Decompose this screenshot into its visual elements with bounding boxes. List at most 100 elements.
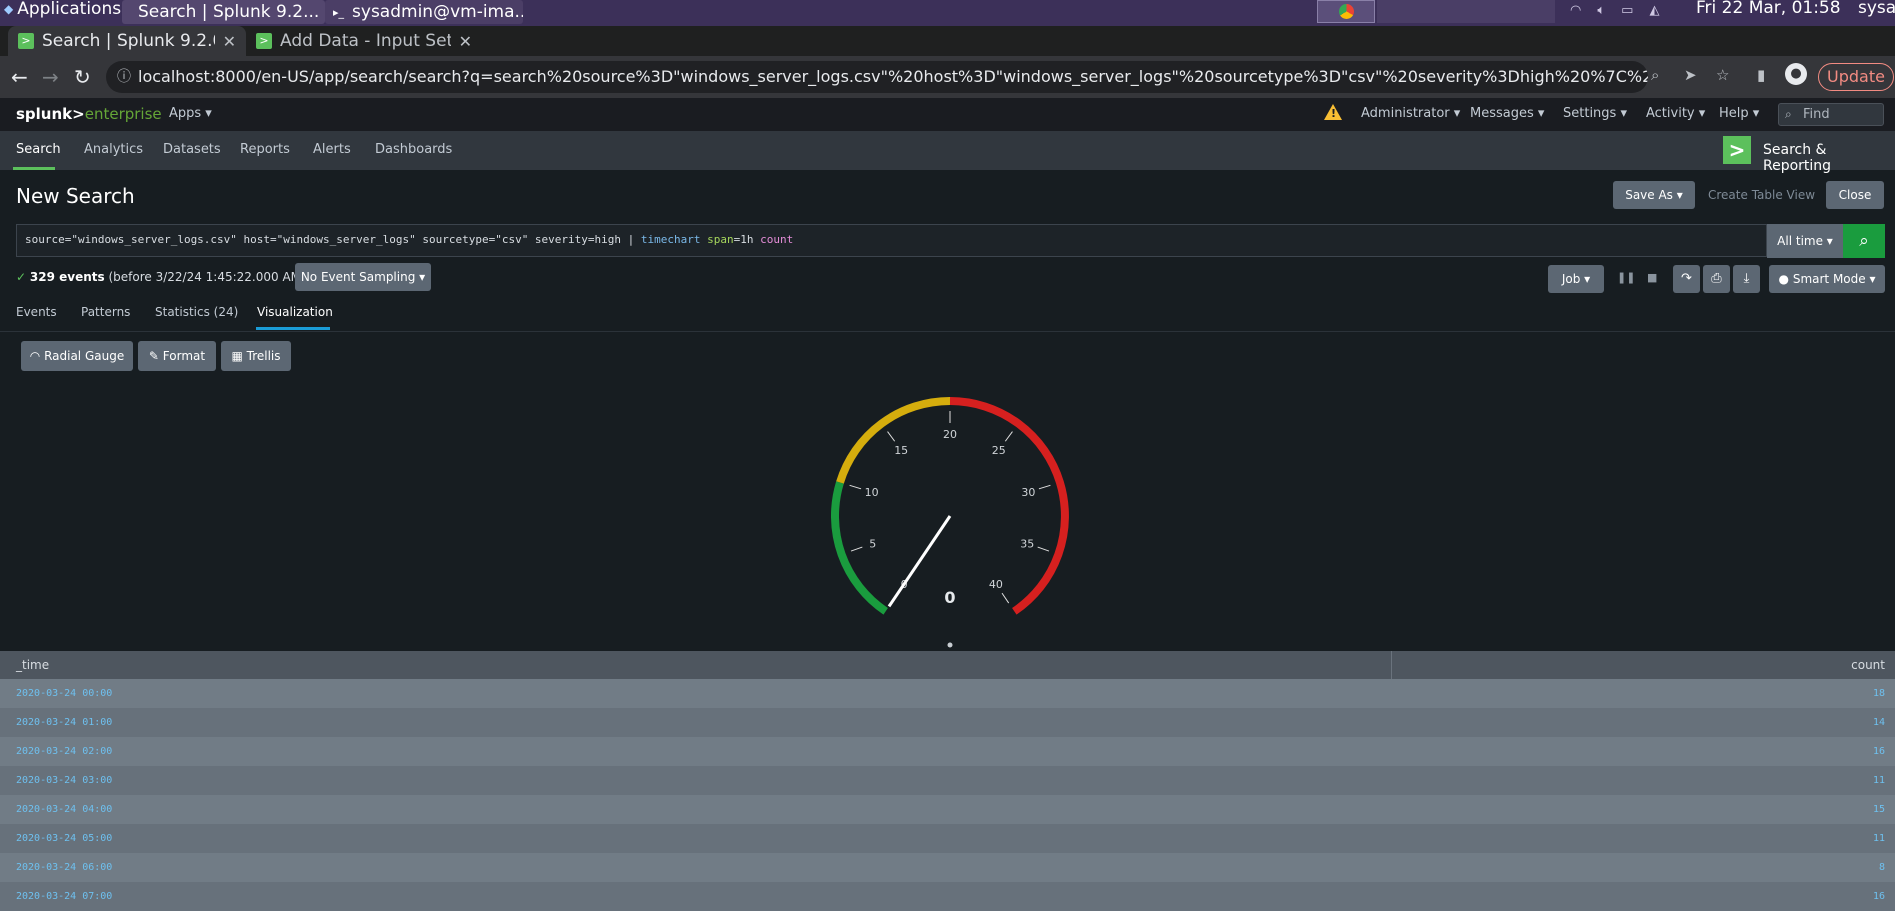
workspace-2[interactable] [1377,0,1555,23]
column-header-count[interactable]: count [1851,658,1885,672]
print-icon[interactable]: ⎙ [1703,265,1730,293]
cell-count[interactable]: 16 [1873,746,1885,757]
messages-menu[interactable]: Messages ▾ [1470,106,1544,121]
profile-avatar[interactable]: ● [1785,63,1807,85]
app-name[interactable]: Search & Reporting [1763,142,1895,174]
visualization-type-button[interactable]: ◠ Radial Gauge [21,341,133,371]
cell-time[interactable]: 2020-03-24 04:00 [16,804,112,815]
browser-tab-add-data[interactable]: > Add Data - Input Setti ✕ [246,26,482,56]
query-argument: span [707,233,734,246]
gauge-tick [850,546,863,552]
search-button[interactable]: ⌕ [1843,224,1885,258]
event-sampling-dropdown[interactable]: No Event Sampling ▾ [295,263,431,291]
stop-icon[interactable]: ■ [1647,271,1657,284]
update-button[interactable]: Update [1818,63,1894,91]
nav-tab-search[interactable]: Search [16,142,61,157]
volume-icon[interactable]: 🔈︎ [1597,3,1605,18]
close-tab-icon[interactable]: ✕ [223,32,236,51]
browser-tab-search[interactable]: > Search | Splunk 9.2.0 ✕ [8,26,246,56]
tab-title: Add Data - Input Setti [280,31,451,51]
nav-tab-analytics[interactable]: Analytics [84,142,143,157]
table-row[interactable]: 2020-03-24 04:00 15 [0,795,1895,824]
splunk-logo[interactable]: splunk>enterprise [16,105,162,123]
nav-tab-dashboards[interactable]: Dashboards [375,142,452,157]
table-row[interactable]: 2020-03-24 05:00 11 [0,824,1895,853]
cell-time[interactable]: 2020-03-24 03:00 [16,775,112,786]
site-info-icon[interactable]: ⓘ [117,61,131,93]
save-as-button[interactable]: Save As ▾ [1613,181,1695,209]
cell-time[interactable]: 2020-03-24 01:00 [16,717,112,728]
job-menu[interactable]: Job ▾ [1548,265,1604,293]
gauge-tick-label: 40 [989,578,1003,591]
table-row[interactable]: 2020-03-24 00:00 18 [0,679,1895,708]
column-divider[interactable] [1391,651,1392,679]
address-bar[interactable]: ⓘ localhost:8000/en-US/app/search/search… [106,61,1648,93]
cell-count[interactable]: 11 [1873,775,1885,786]
time-range-picker[interactable]: All time ▾ [1767,224,1843,258]
create-table-view-button[interactable]: Create Table View [1708,181,1815,209]
cell-time[interactable]: 2020-03-24 00:00 [16,688,112,699]
nav-tab-alerts[interactable]: Alerts [313,142,351,157]
warning-icon[interactable] [1324,104,1342,120]
reload-icon[interactable]: ↻ [74,65,91,89]
tab-events[interactable]: Events [16,305,57,319]
tab-visualization[interactable]: Visualization [257,305,333,319]
battery-icon[interactable]: ▭ [1621,3,1633,18]
help-menu[interactable]: Help ▾ [1719,106,1759,121]
cell-count[interactable]: 8 [1879,862,1885,873]
cell-count[interactable]: 11 [1873,833,1885,844]
applications-menu[interactable]: ◆ Applications [4,0,121,26]
taskbar-item-terminal[interactable]: ▸_ sysadmin@vm-ima... [325,0,523,24]
table-row[interactable]: 2020-03-24 01:00 14 [0,708,1895,737]
find-input[interactable]: ⌕ Find [1778,103,1884,126]
cell-count[interactable]: 18 [1873,688,1885,699]
query-argument-value: =1h [733,233,761,246]
wifi-icon[interactable]: ◠ [1570,3,1581,18]
search-mode-dropdown[interactable]: ● Smart Mode ▾ [1769,265,1885,293]
trellis-button[interactable]: ▦ Trellis [221,341,291,371]
table-row[interactable]: 2020-03-24 07:00 16 [0,882,1895,911]
cell-time[interactable]: 2020-03-24 05:00 [16,833,112,844]
send-icon[interactable]: ➤ [1684,66,1697,84]
bookmark-star-icon[interactable]: ☆ [1716,66,1729,84]
taskbar-item-chrome[interactable]: Search | Splunk 9.2... [122,0,325,24]
cell-time[interactable]: 2020-03-24 06:00 [16,862,112,873]
back-arrow-icon[interactable]: ← [11,65,28,89]
table-row[interactable]: 2020-03-24 03:00 11 [0,766,1895,795]
close-button[interactable]: Close [1826,181,1884,209]
format-button[interactable]: ✎ Format [138,341,216,371]
close-tab-icon[interactable]: ✕ [459,32,472,51]
tab-patterns[interactable]: Patterns [81,305,130,319]
cell-count[interactable]: 16 [1873,891,1885,902]
logo-sub: enterprise [84,105,162,123]
cell-count[interactable]: 15 [1873,804,1885,815]
nav-tab-reports[interactable]: Reports [240,142,290,157]
workspace-1[interactable] [1317,0,1375,23]
apps-menu[interactable]: Apps ▾ [169,106,212,121]
tab-statistics[interactable]: Statistics (24) [155,305,238,319]
format-label: Format [162,349,206,363]
export-icon[interactable]: ⤓ [1733,265,1760,293]
user-menu[interactable]: sysadn [1858,0,1895,18]
settings-menu[interactable]: Settings ▾ [1563,106,1627,121]
zoom-icon[interactable]: ⌕ [1651,66,1659,84]
clock[interactable]: Fri 22 Mar, 01:58 [1696,0,1841,18]
cell-time[interactable]: 2020-03-24 02:00 [16,746,112,757]
search-input[interactable]: source="windows_server_logs.csv" host="w… [16,224,1767,257]
query-function: count [760,233,794,246]
side-panel-icon[interactable]: ▮ [1757,66,1765,84]
activity-menu[interactable]: Activity ▾ [1646,106,1705,121]
pause-icon[interactable]: ❚❚ [1617,271,1635,284]
cell-count[interactable]: 14 [1873,717,1885,728]
administrator-menu[interactable]: Administrator ▾ [1361,106,1460,121]
share-icon[interactable]: ↷ [1673,265,1700,293]
table-row[interactable]: 2020-03-24 06:00 8 [0,853,1895,882]
bell-icon[interactable]: ◭ [1649,3,1659,18]
nav-tab-datasets[interactable]: Datasets [163,142,221,157]
query-command: timechart [640,233,701,246]
column-header-time[interactable]: _time [16,658,49,672]
table-row[interactable]: 2020-03-24 02:00 16 [0,737,1895,766]
gauge-needle [887,515,952,608]
cell-time[interactable]: 2020-03-24 07:00 [16,891,112,902]
forward-arrow-icon[interactable]: → [42,65,59,89]
